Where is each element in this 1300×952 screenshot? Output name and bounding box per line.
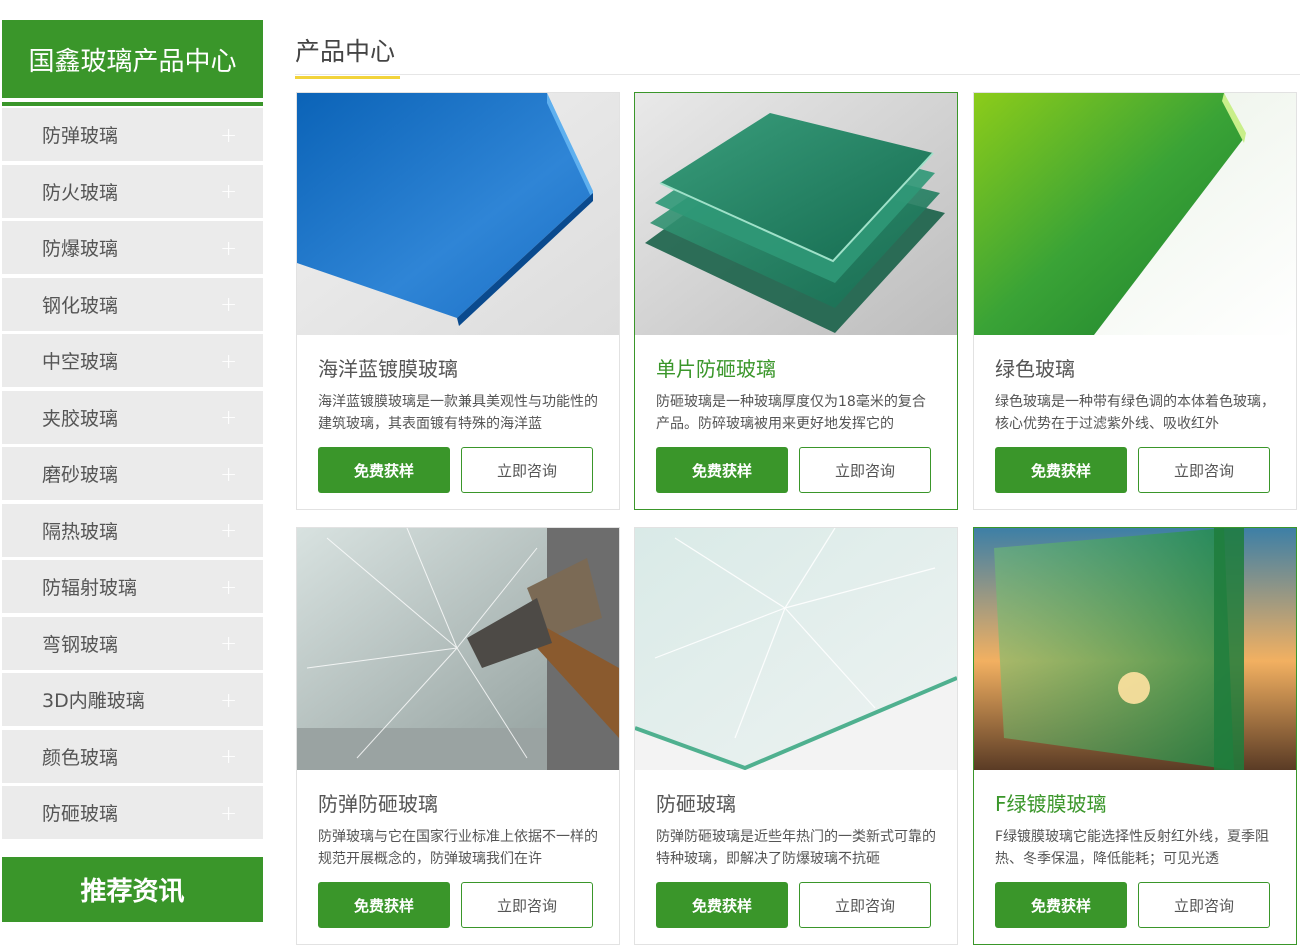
sidebar-item-label: 防辐射玻璃	[42, 577, 138, 599]
product-description: 绿色玻璃是一种带有绿色调的本体着色玻璃，核心优势在于过滤紫外线、吸收红外	[995, 394, 1275, 432]
product-image[interactable]	[297, 93, 619, 335]
product-card[interactable]: 海洋蓝镀膜玻璃 海洋蓝镀膜玻璃是一款兼具美观性与功能性的建筑玻璃，其表面镀有特殊…	[296, 92, 620, 510]
product-image[interactable]	[974, 93, 1296, 335]
product-name[interactable]: F绿镀膜玻璃	[995, 788, 1107, 817]
sidebar-item-radiation-proof[interactable]: 防辐射玻璃 +	[2, 560, 263, 613]
plus-icon[interactable]: +	[220, 405, 237, 429]
product-image[interactable]	[635, 93, 957, 335]
sidebar-item-label: 隔热玻璃	[42, 520, 119, 543]
plus-icon[interactable]: +	[220, 349, 237, 373]
product-name[interactable]: 单片防砸玻璃	[656, 353, 776, 382]
free-sample-button[interactable]: 免费获样	[656, 882, 788, 928]
page-title: 产品中心	[295, 32, 400, 79]
product-image[interactable]	[974, 528, 1296, 770]
sidebar-item-tempered[interactable]: 钢化玻璃 +	[2, 277, 263, 331]
product-card[interactable]: 防弹防砸玻璃 防弹玻璃与它在国家行业标准上依据不一样的规范开展概念的，防弹玻璃我…	[296, 527, 620, 945]
product-name[interactable]: 防砸玻璃	[656, 788, 736, 817]
consult-button[interactable]: 立即咨询	[799, 447, 931, 493]
consult-button[interactable]: 立即咨询	[1138, 882, 1270, 928]
product-name[interactable]: 海洋蓝镀膜玻璃	[318, 353, 458, 382]
plus-icon[interactable]: +	[220, 179, 237, 203]
sidebar-item-bent[interactable]: 弯钢玻璃 +	[2, 616, 263, 670]
free-sample-button[interactable]: 免费获样	[318, 882, 450, 928]
sidebar-list: 防弹玻璃 + 防火玻璃 + 防爆玻璃 + 钢化玻璃 + 中空玻璃 + 夹胶玻璃 + 磨砂玻璃…	[2, 108, 263, 839]
main-content: 产品中心 海洋蓝镀膜玻璃 海洋蓝镀膜玻璃是一款兼具美观性与功能性的建筑玻璃，其表…	[295, 20, 1300, 945]
plus-icon[interactable]: +	[220, 123, 237, 147]
product-description: F绿镀膜玻璃它能选择性反射红外线，夏季阻热、冬季保温，降低能耗；可见光透	[995, 829, 1270, 867]
plus-icon[interactable]: +	[220, 236, 237, 260]
sidebar-item-heat-insulating[interactable]: 隔热玻璃 +	[2, 503, 263, 557]
sidebar-item-label: 钢化玻璃	[42, 294, 119, 317]
recommended-news-title: 推荐资讯	[2, 857, 263, 922]
sidebar-item-insulated[interactable]: 中空玻璃 +	[2, 334, 263, 387]
product-description: 海洋蓝镀膜玻璃是一款兼具美观性与功能性的建筑玻璃，其表面镀有特殊的海洋蓝	[318, 394, 598, 432]
plus-icon[interactable]: +	[220, 292, 237, 316]
sidebar-item-colored[interactable]: 颜色玻璃 +	[2, 729, 263, 783]
plus-icon[interactable]: +	[220, 631, 237, 655]
sidebar-item-label: 颜色玻璃	[42, 746, 119, 769]
sidebar-item-label: 中空玻璃	[42, 351, 119, 373]
product-card[interactable]: F绿镀膜玻璃 F绿镀膜玻璃它能选择性反射红外线，夏季阻热、冬季保温，降低能耗；可…	[973, 527, 1297, 945]
plus-icon[interactable]: +	[220, 462, 237, 486]
product-name[interactable]: 绿色玻璃	[995, 353, 1075, 382]
free-sample-button[interactable]: 免费获样	[995, 882, 1127, 928]
sidebar-item-label: 磨砂玻璃	[42, 464, 119, 486]
section-header: 产品中心	[295, 20, 1300, 79]
plus-icon[interactable]: +	[220, 744, 237, 768]
sidebar-item-label: 防火玻璃	[42, 181, 119, 204]
plus-icon[interactable]: +	[220, 801, 237, 825]
sidebar-item-label: 弯钢玻璃	[42, 633, 119, 656]
sidebar-item-label: 防爆玻璃	[42, 238, 119, 260]
sidebar-item-frosted[interactable]: 磨砂玻璃 +	[2, 447, 263, 500]
sidebar-item-label: 3D内雕玻璃	[42, 690, 145, 712]
free-sample-button[interactable]: 免费获样	[995, 447, 1127, 493]
plus-icon[interactable]: +	[220, 518, 237, 542]
sidebar-item-label: 夹胶玻璃	[42, 407, 119, 430]
sidebar: 国鑫玻璃产品中心 防弹玻璃 + 防火玻璃 + 防爆玻璃 + 钢化玻璃 + 中空玻璃 + 夹…	[2, 20, 263, 922]
sidebar-item-fireproof[interactable]: 防火玻璃 +	[2, 164, 263, 218]
consult-button[interactable]: 立即咨询	[799, 882, 931, 928]
product-description: 防砸玻璃是一种玻璃厚度仅为18毫米的复合产品。防碎玻璃被用来更好地发挥它的	[656, 394, 926, 432]
sidebar-item-explosionproof[interactable]: 防爆玻璃 +	[2, 221, 263, 274]
product-description: 防弹玻璃与它在国家行业标准上依据不一样的规范开展概念的，防弹玻璃我们在许	[318, 829, 598, 867]
consult-button[interactable]: 立即咨询	[461, 447, 593, 493]
product-card[interactable]: 单片防砸玻璃 防砸玻璃是一种玻璃厚度仅为18毫米的复合产品。防碎玻璃被用来更好地…	[634, 92, 958, 510]
plus-icon[interactable]: +	[220, 688, 237, 712]
sidebar-title: 国鑫玻璃产品中心	[2, 20, 263, 102]
consult-button[interactable]: 立即咨询	[461, 882, 593, 928]
sidebar-item-anti-smash[interactable]: 防砸玻璃 +	[2, 786, 263, 839]
sidebar-item-laminated[interactable]: 夹胶玻璃 +	[2, 390, 263, 444]
product-image[interactable]	[635, 528, 957, 770]
sidebar-item-label: 防弹玻璃	[42, 125, 119, 147]
free-sample-button[interactable]: 免费获样	[318, 447, 450, 493]
product-image[interactable]	[297, 528, 619, 770]
consult-button[interactable]: 立即咨询	[1138, 447, 1270, 493]
sidebar-item-bulletproof[interactable]: 防弹玻璃 +	[2, 108, 263, 161]
sidebar-item-3d-engraved[interactable]: 3D内雕玻璃 +	[2, 673, 263, 726]
plus-icon[interactable]: +	[220, 575, 237, 599]
product-name[interactable]: 防弹防砸玻璃	[318, 788, 438, 817]
page: 国鑫玻璃产品中心 防弹玻璃 + 防火玻璃 + 防爆玻璃 + 钢化玻璃 + 中空玻璃 + 夹…	[0, 0, 1300, 952]
free-sample-button[interactable]: 免费获样	[656, 447, 788, 493]
product-card[interactable]: 绿色玻璃 绿色玻璃是一种带有绿色调的本体着色玻璃，核心优势在于过滤紫外线、吸收红…	[973, 92, 1297, 510]
product-card[interactable]: 防砸玻璃 防弹防砸玻璃是近些年热门的一类新式可靠的特种玻璃，即解决了防爆玻璃不抗…	[634, 527, 958, 945]
product-description: 防弹防砸玻璃是近些年热门的一类新式可靠的特种玻璃，即解决了防爆玻璃不抗砸	[656, 829, 936, 867]
sidebar-item-label: 防砸玻璃	[42, 803, 119, 825]
